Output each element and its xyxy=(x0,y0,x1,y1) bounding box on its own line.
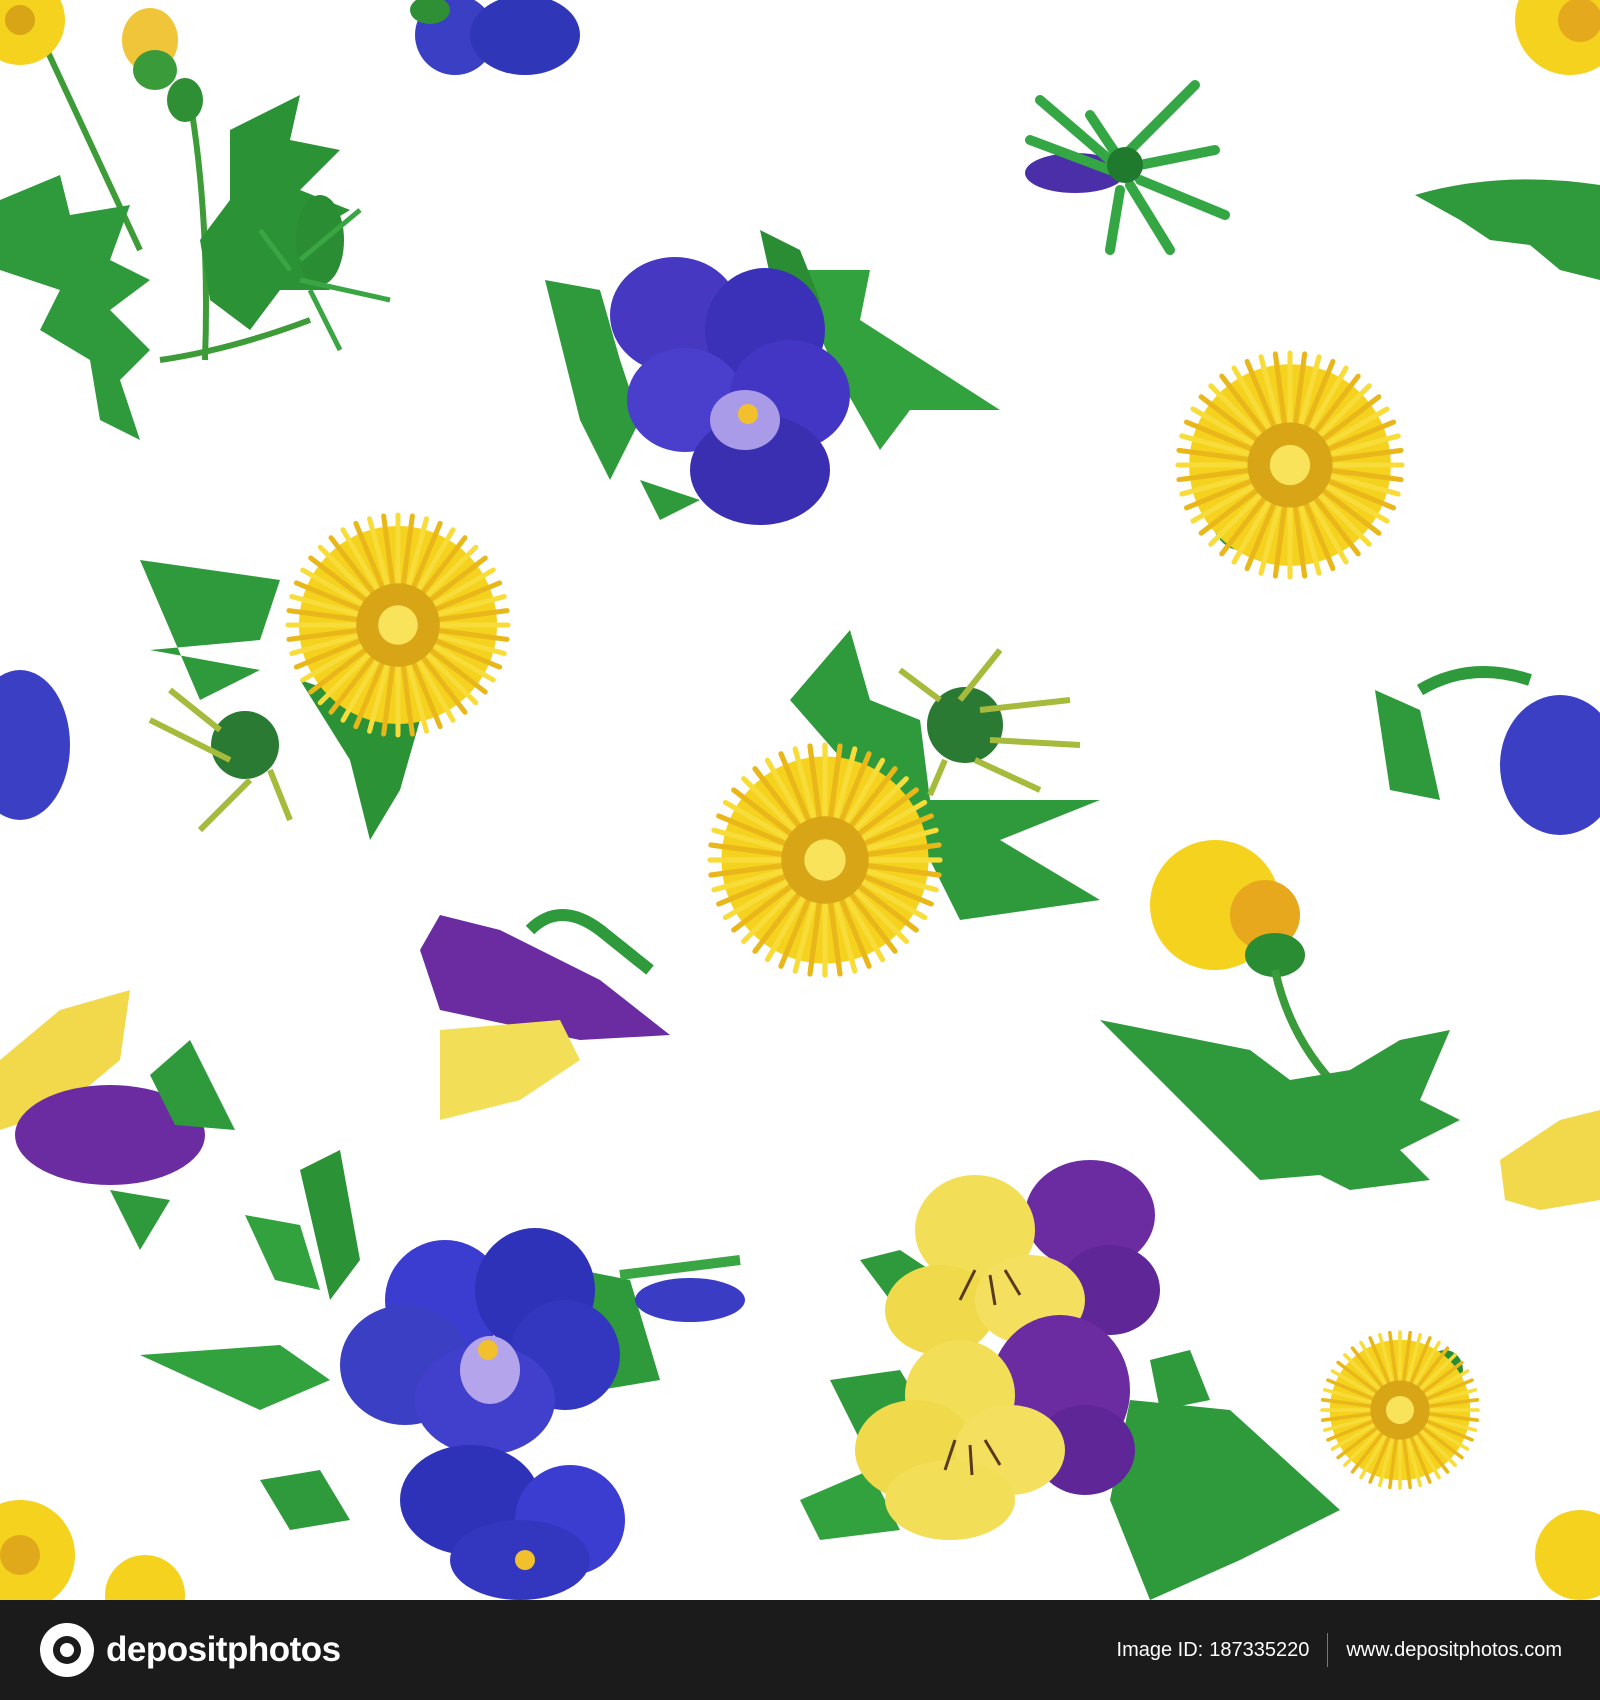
website-link[interactable]: www.depositphotos.com xyxy=(1346,1639,1562,1662)
dandelion-flower-bottom-right xyxy=(1320,1330,1480,1490)
violet-yellow-pansy-bud xyxy=(420,909,670,1120)
camera-aperture-icon xyxy=(40,1623,94,1677)
dandelion-flower-right-upper xyxy=(1175,350,1405,580)
dandelion-plant-top-left xyxy=(0,0,391,440)
footer-divider xyxy=(1327,1633,1329,1667)
blue-pansy-bouquet-bottom xyxy=(140,1150,745,1600)
pansy-bud-left-edge xyxy=(0,990,235,1250)
brand-logo[interactable]: depositphotos xyxy=(40,1623,341,1677)
dandelion-flower-left xyxy=(285,512,511,738)
brand-name: depositphotos xyxy=(106,1630,341,1669)
dandelion-flower-center xyxy=(707,742,943,978)
blue-pansy-top xyxy=(410,0,580,75)
image-id-label: Image ID: xyxy=(1116,1638,1204,1661)
yellow-violet-pansy-bouquet xyxy=(800,1160,1340,1600)
pansy-bud-right-edge xyxy=(1375,666,1600,835)
stock-footer-bar: depositphotos Image ID: 187335220 www.de… xyxy=(0,1600,1600,1700)
watercolor-flower-pattern xyxy=(0,0,1600,1600)
yellow-bud-right-edge xyxy=(1500,1110,1600,1210)
image-id-value: 187335220 xyxy=(1209,1638,1310,1661)
footer-info: Image ID: 187335220 www.depositphotos.co… xyxy=(1117,1633,1562,1667)
blue-pansy-center-top xyxy=(545,230,1000,525)
dandelion-leaf-top-right xyxy=(1415,179,1600,280)
dandelion-small-with-leaf xyxy=(1100,840,1460,1190)
pansy-bud-top-right xyxy=(1025,80,1230,255)
pattern-canvas xyxy=(0,0,1600,1600)
